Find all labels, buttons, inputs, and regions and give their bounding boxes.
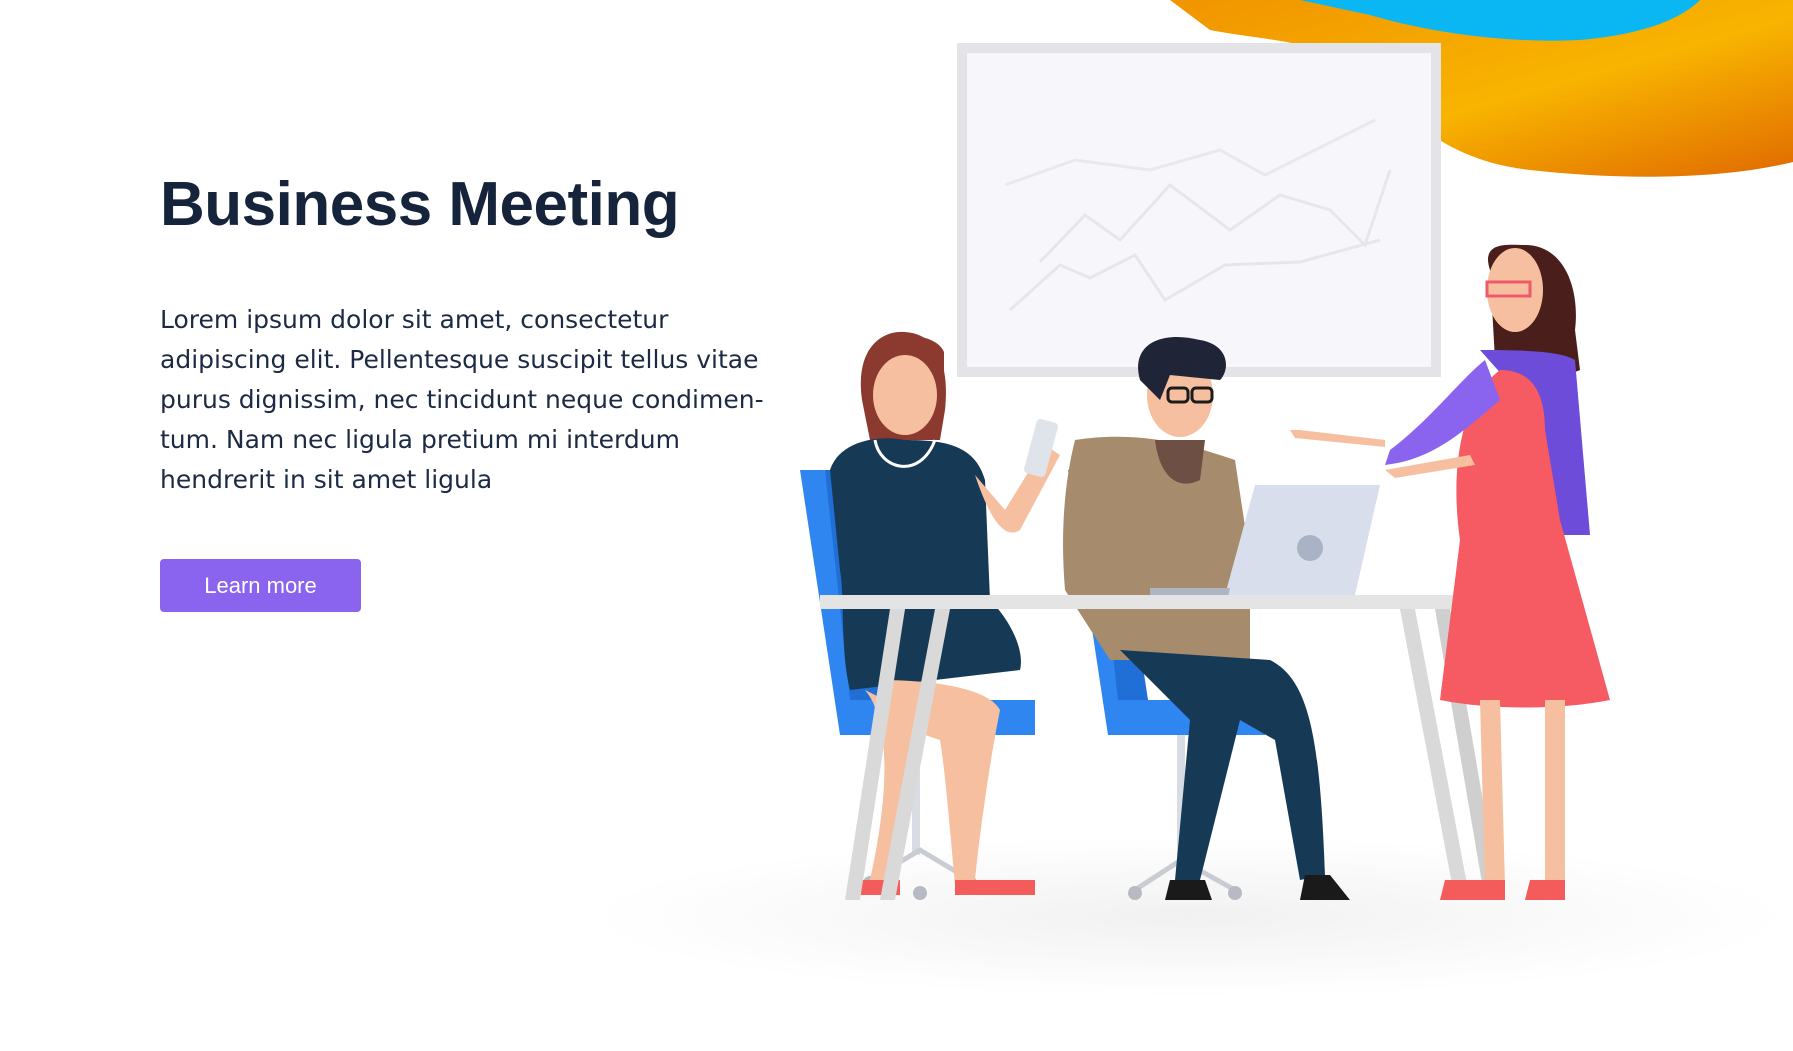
hero-description-line: hendrerit in sit amet ligula [160, 465, 493, 495]
hero-description-line: adipiscing elit. Pellentesque suscipit t… [160, 345, 759, 375]
phone-icon [1024, 419, 1058, 477]
page-title: Business Meeting [160, 170, 680, 239]
learn-more-button[interactable]: Learn more [160, 559, 361, 612]
hero-description: Lorem ipsum dolor sit amet, consectetur … [160, 300, 780, 500]
hero-description-line: Lorem ipsum dolor sit amet, consectetur [160, 305, 669, 335]
hero-section: Business Meeting Lorem ipsum dolor sit a… [160, 168, 800, 500]
whiteboard-icon [957, 43, 1441, 377]
hero-description-line: tum. Nam nec ligula pretium mi interdum [160, 425, 680, 455]
meeting-illustration [590, 0, 1793, 997]
hero-description-line: purus dignissim, nec tincidunt neque con… [160, 385, 764, 415]
seated-man [1063, 336, 1380, 900]
